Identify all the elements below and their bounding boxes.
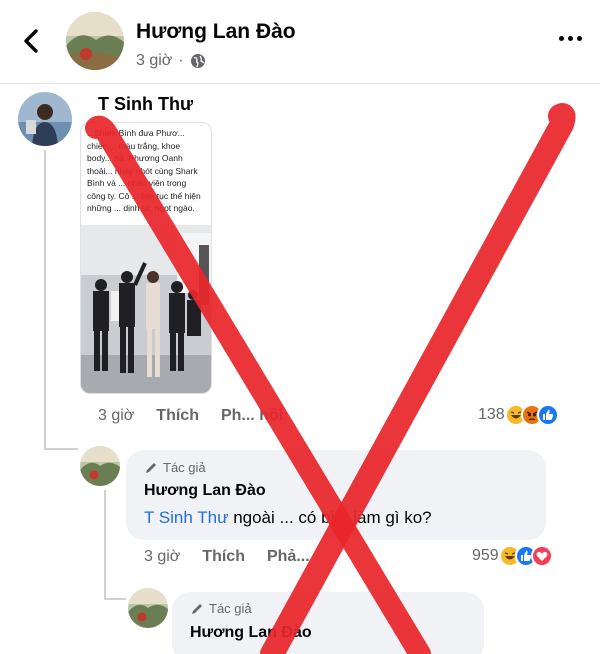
- chevron-left-icon: [24, 29, 38, 53]
- reaction-count: 959: [472, 547, 499, 564]
- mention-link[interactable]: T Sinh Thư: [144, 508, 228, 527]
- reply-button[interactable]: Ph... hồi: [221, 407, 283, 425]
- back-button[interactable]: [14, 24, 48, 58]
- like-icon: [536, 404, 559, 426]
- avatar[interactable]: [128, 588, 168, 628]
- author-badge: Tác giả: [144, 460, 206, 475]
- dance-photo: [81, 225, 211, 393]
- post-meta: 3 giờ ·: [136, 52, 206, 70]
- reply-text: T Sinh Thư ngoài ... có biết làm gì ko?: [144, 508, 432, 527]
- love-icon: [530, 545, 553, 567]
- avatar[interactable]: [18, 92, 72, 146]
- post-header: Hương Lan Đào 3 giờ ·: [0, 0, 600, 84]
- reply-author-name[interactable]: Hương Lan Đào: [144, 482, 266, 500]
- reply-author-name[interactable]: Hương Lan Đào: [190, 624, 312, 642]
- like-button[interactable]: Thích: [202, 548, 245, 566]
- avatar[interactable]: [80, 446, 120, 486]
- thread-line: [104, 598, 126, 600]
- reaction-summary[interactable]: 138: [478, 404, 559, 426]
- reply-time[interactable]: 3 giờ: [144, 548, 180, 566]
- pencil-icon: [146, 462, 156, 473]
- comment-actions: 3 giờ Thích Ph... hồi: [98, 407, 305, 425]
- thread-line: [104, 490, 106, 600]
- author-badge: Tác giả: [190, 601, 252, 616]
- comment-time[interactable]: 3 giờ: [98, 407, 134, 425]
- more-options-button[interactable]: [559, 36, 582, 41]
- globe-icon: [190, 54, 205, 68]
- reply-button[interactable]: Phả...: [267, 548, 310, 566]
- image-caption: ...Shark Bình đưa Phươ... chiếc ... màu …: [87, 128, 201, 213]
- like-button[interactable]: Thích: [156, 407, 199, 425]
- reply-actions: 3 giờ Thích Phả...: [144, 548, 332, 566]
- avatar[interactable]: [66, 12, 124, 70]
- post-time[interactable]: 3 giờ: [136, 52, 172, 70]
- reaction-count: 138: [478, 406, 505, 423]
- thread-line: [44, 150, 46, 450]
- comment-image[interactable]: ...Shark Bình đưa Phươ... chiếc ... màu …: [80, 122, 212, 394]
- thread-line: [44, 448, 78, 450]
- pencil-icon: [192, 603, 202, 614]
- post-author-name[interactable]: Hương Lan Đào: [136, 20, 296, 44]
- more-dots-icon: [559, 36, 564, 41]
- reaction-summary[interactable]: 959: [472, 545, 553, 567]
- comment-author-name[interactable]: T Sinh Thư: [98, 94, 193, 115]
